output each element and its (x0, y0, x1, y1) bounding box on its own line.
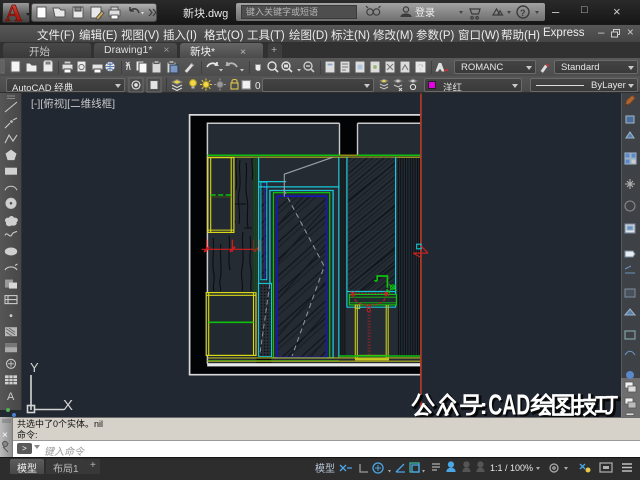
svg-text:1:1 / 100%: 1:1 / 100% (490, 463, 533, 473)
svg-text:×: × (2, 430, 8, 441)
svg-text:模型: 模型 (315, 462, 335, 475)
